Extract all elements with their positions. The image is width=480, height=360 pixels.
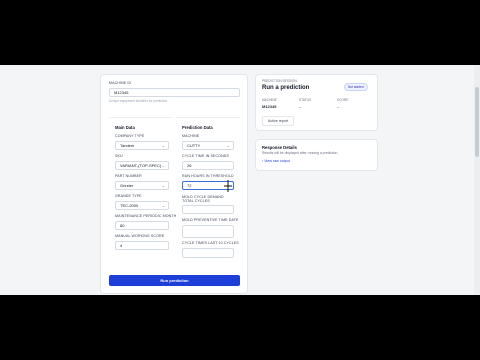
cycle-time-value: 26: [187, 163, 192, 168]
cycle-times-input[interactable]: [182, 248, 234, 258]
chevron-down-icon: ⌄: [226, 143, 230, 148]
prediction-data-title: Prediction Data: [182, 125, 213, 130]
main-data-title: Main Data: [115, 125, 135, 130]
active-report-label: Active report: [267, 119, 289, 123]
app-screen: MACHINE ID M12345 Unique equipment ident…: [0, 65, 480, 295]
machine-column-value: M12345: [262, 104, 277, 109]
machine-select[interactable]: CUTTY ⌄: [182, 141, 234, 150]
sku-value: VARIANT-(TOP-SPEC): [120, 163, 162, 168]
manual-working-score-input[interactable]: 4: [115, 241, 169, 250]
machine-label: MACHINE: [182, 134, 200, 138]
cycle-time-label: CYCLE TIME IN SECONDS: [182, 154, 229, 158]
prediction-session-card: PREDICTION SESSION Run a prediction Not …: [255, 74, 378, 131]
run-prediction-label: Run prediction: [160, 278, 189, 283]
mold-cycle-demand-label: MOLD CYCLE DEMAND TOTAL CYCLES: [182, 195, 224, 204]
score-column-value: –: [337, 104, 340, 109]
machine-id-hint: Unique equipment identifier for predicti…: [109, 99, 168, 103]
sku-select[interactable]: VARIANT-(TOP-SPEC) ⌄: [115, 161, 169, 170]
company-type-value: Tandem: [120, 143, 135, 148]
mold-cycle-demand-input[interactable]: [182, 205, 234, 214]
grande-type-select[interactable]: TEC-2000 ⌄: [115, 201, 169, 210]
part-number-value: Grinder: [120, 183, 134, 188]
session-eyebrow: PREDICTION SESSION: [262, 79, 297, 83]
company-type-label: COMPANY TYPE: [115, 134, 145, 138]
part-number-label: PART NUMBER: [115, 174, 142, 178]
prediction-data-section: Prediction Data MACHINE CUTTY ⌄ CYCLE TI…: [176, 117, 240, 258]
machine-id-input[interactable]: M12345: [109, 88, 240, 97]
session-title: Run a prediction: [262, 85, 310, 91]
active-report-button[interactable]: Active report: [262, 116, 294, 126]
grande-type-label: GRANDE TYPE: [115, 194, 142, 198]
manual-working-score-value: 4: [120, 243, 123, 248]
cycle-time-input[interactable]: 26: [182, 161, 234, 170]
text-cursor-icon: [224, 179, 232, 192]
run-hours-value: 72: [187, 183, 192, 188]
chevron-down-icon: ⌄: [161, 163, 165, 168]
sku-label: SKU: [115, 154, 123, 158]
machine-column-label: MACHINE: [262, 98, 277, 102]
score-column-label: SCORE: [337, 98, 349, 102]
machine-id-value: M12345: [114, 90, 129, 95]
status-column-value: –: [299, 104, 302, 109]
cycle-times-label: CYCLE TIMES LAST 10 CYCLES: [182, 241, 239, 245]
run-prediction-button[interactable]: Run prediction: [109, 275, 240, 286]
mold-preventive-input[interactable]: [182, 225, 234, 238]
prediction-form-card: MACHINE ID M12345 Unique equipment ident…: [100, 74, 248, 294]
main-data-section: Main Data COMPANY TYPE Tandem ⌄ SKU VARI…: [109, 117, 177, 258]
company-type-select[interactable]: Tandem ⌄: [115, 141, 169, 150]
page-scrollbar[interactable]: [474, 65, 480, 295]
scrollbar-thumb[interactable]: [475, 87, 479, 157]
view-raw-output-link[interactable]: › View raw output: [262, 159, 290, 163]
machine-value: CUTTY: [187, 143, 201, 148]
status-column-label: STATUS: [299, 98, 312, 102]
maintenance-month-label: MAINTENANCE PERIODIC MONTH: [115, 214, 177, 218]
chevron-down-icon: ⌄: [161, 183, 165, 188]
machine-id-label: MACHINE ID: [109, 81, 132, 85]
part-number-select[interactable]: Grinder ⌄: [115, 181, 169, 190]
mold-preventive-label: MOLD PREVENTIVE TIME DATE: [182, 218, 239, 222]
chevron-down-icon: ⌄: [161, 203, 165, 208]
manual-working-score-label: MANUAL WORKING SCORE: [115, 234, 165, 238]
chevron-down-icon: ⌄: [161, 143, 165, 148]
status-badge: Not started: [344, 83, 368, 91]
view-raw-output-label: View raw output: [264, 159, 290, 163]
response-text: Results will be displayed after running …: [262, 151, 338, 155]
maintenance-month-value: 80: [120, 223, 125, 228]
response-details-card: Response Details Results will be display…: [255, 139, 378, 171]
maintenance-month-input[interactable]: 80: [115, 221, 169, 230]
grande-type-value: TEC-2000: [120, 203, 139, 208]
response-title: Response Details: [262, 145, 297, 150]
